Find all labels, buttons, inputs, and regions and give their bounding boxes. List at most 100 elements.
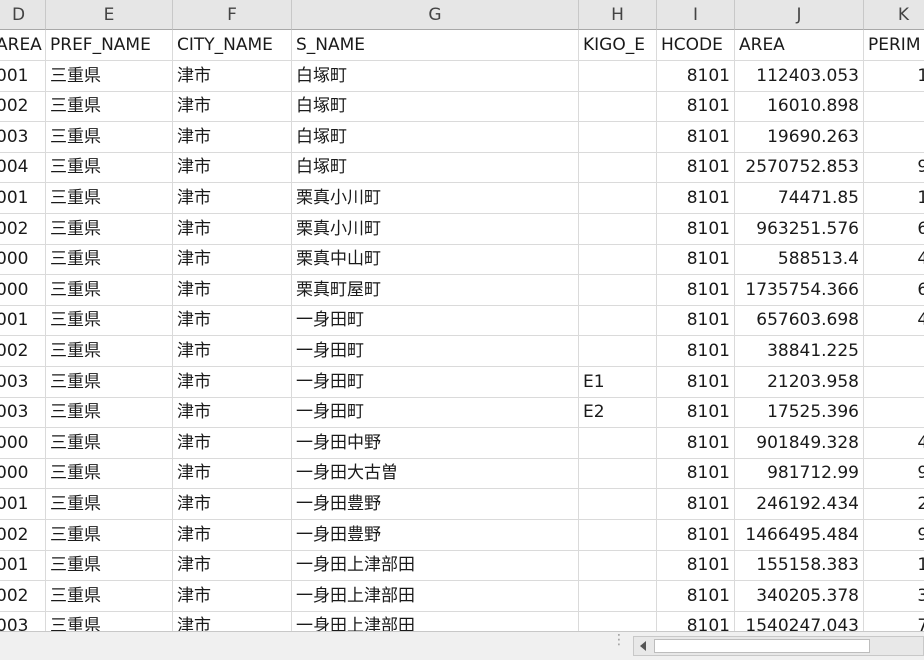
table-cell[interactable]: 津市 xyxy=(173,60,292,92)
table-cell[interactable]: 1540247.043 xyxy=(735,611,864,631)
table-cell[interactable] xyxy=(579,336,657,367)
table-cell[interactable]: 一身田町 xyxy=(292,305,579,337)
table-cell[interactable]: 18 xyxy=(864,550,924,582)
table-cell[interactable]: 一身田町 xyxy=(292,397,579,429)
table-cell[interactable]: 8101 xyxy=(657,244,735,276)
table-cell[interactable]: 三重県 xyxy=(46,336,173,367)
table-cell[interactable]: 901849.328 xyxy=(735,427,864,459)
table-cell[interactable]: 白塚町 xyxy=(292,91,579,123)
column-header-k[interactable]: K xyxy=(864,0,924,30)
table-cell[interactable] xyxy=(579,274,657,306)
table-cell[interactable]: 8101 xyxy=(657,489,735,520)
table-cell[interactable]: 三重県 xyxy=(46,244,173,276)
table-cell[interactable] xyxy=(579,60,657,92)
table-cell[interactable]: 三重県 xyxy=(46,152,173,184)
table-cell[interactable]: 津市 xyxy=(173,519,292,551)
table-cell[interactable] xyxy=(579,519,657,551)
table-cell[interactable]: 25 xyxy=(864,489,924,520)
table-cell[interactable]: 5 xyxy=(864,122,924,153)
table-cell[interactable]: 8101 xyxy=(657,183,735,214)
column-header-f[interactable]: F xyxy=(173,0,292,30)
table-cell[interactable]: 三重県 xyxy=(46,458,173,490)
column-header-h[interactable]: H xyxy=(579,0,657,30)
table-cell[interactable]: 三重県 xyxy=(46,427,173,459)
table-cell[interactable]: 6 xyxy=(864,367,924,398)
table-cell[interactable]: 8101 xyxy=(657,305,735,337)
table-cell[interactable]: 三重県 xyxy=(46,305,173,337)
table-cell[interactable]: 963251.576 xyxy=(735,213,864,245)
table-cell[interactable]: 8101 xyxy=(657,458,735,490)
table-cell[interactable]: 48 xyxy=(864,305,924,337)
horizontal-scrollbar[interactable] xyxy=(633,636,924,656)
table-cell[interactable]: 1466495.484 xyxy=(735,519,864,551)
table-cell[interactable]: 003 xyxy=(0,397,46,429)
table-cell[interactable]: 95 xyxy=(864,152,924,184)
table-cell[interactable]: 8101 xyxy=(657,152,735,184)
field-header-cell[interactable]: CITY_NAME xyxy=(173,30,292,61)
table-cell[interactable]: 津市 xyxy=(173,244,292,276)
table-cell[interactable] xyxy=(579,458,657,490)
table-cell[interactable]: 246192.434 xyxy=(735,489,864,520)
table-cell[interactable]: 8101 xyxy=(657,60,735,92)
table-cell[interactable]: 001 xyxy=(0,305,46,337)
table-cell[interactable] xyxy=(579,550,657,582)
table-cell[interactable]: 三重県 xyxy=(46,213,173,245)
table-cell[interactable]: 栗真小川町 xyxy=(292,213,579,245)
table-cell[interactable]: 19690.263 xyxy=(735,121,864,153)
table-cell[interactable]: 三重県 xyxy=(46,91,173,123)
table-cell[interactable]: 155158.383 xyxy=(735,550,864,582)
table-cell[interactable]: 津市 xyxy=(173,366,292,398)
table-cell[interactable]: 白塚町 xyxy=(292,152,579,184)
table-cell[interactable]: 津市 xyxy=(173,489,292,520)
table-cell[interactable]: 津市 xyxy=(173,397,292,429)
field-header-cell[interactable]: AREA xyxy=(735,30,864,61)
table-cell[interactable]: 14 xyxy=(864,183,924,214)
table-cell[interactable]: 8101 xyxy=(657,427,735,459)
table-cell[interactable]: 津市 xyxy=(173,611,292,631)
table-cell[interactable]: 8101 xyxy=(657,550,735,582)
table-cell[interactable]: 002 xyxy=(0,91,46,123)
table-cell[interactable]: 栗真中山町 xyxy=(292,244,579,276)
table-cell[interactable]: 白塚町 xyxy=(292,60,579,92)
table-cell[interactable]: 001 xyxy=(0,489,46,520)
table-cell[interactable]: 002 xyxy=(0,336,46,367)
table-cell[interactable]: 津市 xyxy=(173,580,292,612)
table-cell[interactable]: 002 xyxy=(0,213,46,245)
table-cell[interactable]: 004 xyxy=(0,152,46,184)
table-cell[interactable]: 津市 xyxy=(173,274,292,306)
table-cell[interactable]: 一身田豊野 xyxy=(292,519,579,551)
table-cell[interactable]: 一身田豊野 xyxy=(292,489,579,520)
table-cell[interactable]: 8101 xyxy=(657,274,735,306)
table-cell[interactable]: 657603.698 xyxy=(735,305,864,337)
table-cell[interactable] xyxy=(579,183,657,214)
table-cell[interactable]: 45 xyxy=(864,428,924,459)
table-cell[interactable]: 栗真町屋町 xyxy=(292,274,579,306)
table-cell[interactable]: 588513.4 xyxy=(735,244,864,276)
table-cell[interactable]: 340205.378 xyxy=(735,580,864,612)
table-cell[interactable]: 栗真小川町 xyxy=(292,183,579,214)
table-cell[interactable]: 三重県 xyxy=(46,121,173,153)
table-cell[interactable]: 一身田大古曽 xyxy=(292,458,579,490)
table-cell[interactable]: 1735754.366 xyxy=(735,274,864,306)
column-header-j[interactable]: J xyxy=(735,0,864,30)
column-header-d[interactable]: D xyxy=(0,0,46,30)
table-cell[interactable]: 8101 xyxy=(657,611,735,631)
table-cell[interactable]: 一身田町 xyxy=(292,366,579,398)
table-cell[interactable]: 68 xyxy=(864,214,924,245)
table-cell[interactable]: 000 xyxy=(0,427,46,459)
column-header-g[interactable]: G xyxy=(292,0,579,30)
table-cell[interactable]: 津市 xyxy=(173,550,292,582)
table-cell[interactable]: 79 xyxy=(864,611,924,631)
table-cell[interactable]: 14 xyxy=(864,61,924,92)
scroll-left-arrow-icon[interactable] xyxy=(634,637,652,655)
table-cell[interactable] xyxy=(579,611,657,631)
table-cell[interactable]: 002 xyxy=(0,580,46,612)
table-cell[interactable]: 三重県 xyxy=(46,611,173,631)
table-cell[interactable] xyxy=(579,489,657,520)
table-cell[interactable]: 000 xyxy=(0,458,46,490)
table-cell[interactable]: 三重県 xyxy=(46,366,173,398)
table-cell[interactable]: 74471.85 xyxy=(735,183,864,214)
table-cell[interactable]: 8101 xyxy=(657,91,735,123)
field-header-cell[interactable]: KIGO_E xyxy=(579,30,657,61)
table-cell[interactable] xyxy=(579,244,657,276)
